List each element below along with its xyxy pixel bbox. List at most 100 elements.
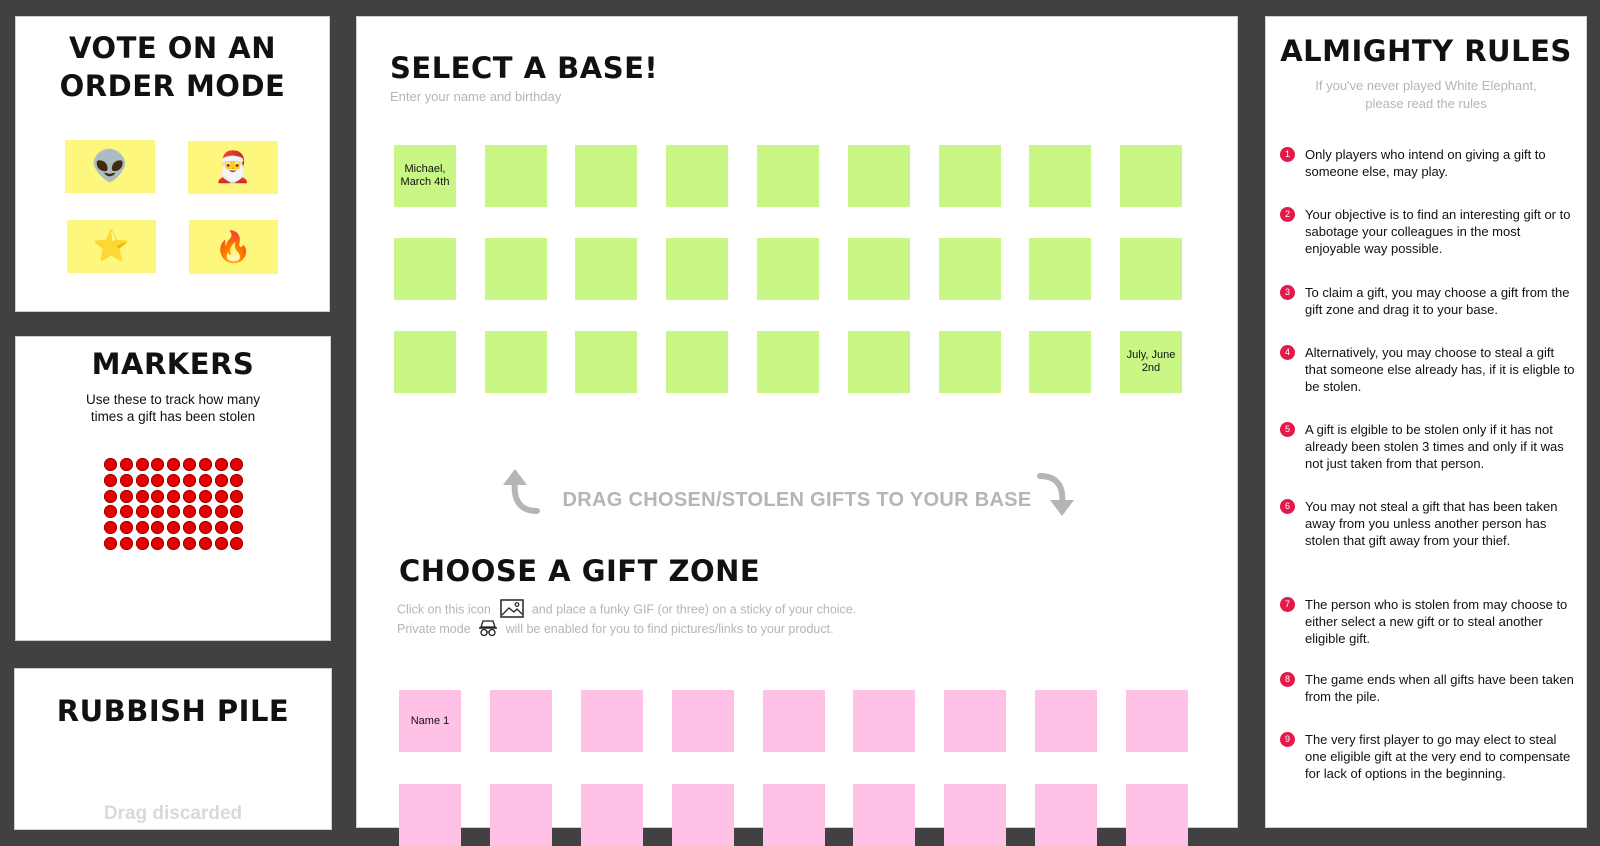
incognito-icon: [478, 619, 498, 640]
rule-text: Alternatively, you may choose to steal a…: [1305, 345, 1575, 395]
gift-sticky[interactable]: [490, 690, 552, 752]
base-sticky[interactable]: [666, 238, 728, 300]
marker-dot[interactable]: [198, 458, 212, 471]
gift-sticky[interactable]: [672, 784, 734, 846]
gift-sticky[interactable]: [399, 784, 461, 846]
gift-sticky[interactable]: Name 1: [399, 690, 461, 752]
marker-dot[interactable]: [198, 473, 212, 487]
gift-sticky[interactable]: [1035, 690, 1097, 752]
base-sticky[interactable]: [848, 238, 910, 300]
marker-dot[interactable]: [183, 458, 196, 471]
gift-sticky[interactable]: [490, 784, 552, 846]
marker-dot[interactable]: [214, 489, 228, 503]
base-sticky[interactable]: [757, 331, 819, 393]
base-sticky[interactable]: [485, 238, 547, 300]
gift-sticky[interactable]: [1126, 690, 1188, 752]
base-sticky[interactable]: [575, 331, 637, 393]
vote-option-alien[interactable]: 👽: [65, 140, 155, 193]
gift-zone-line1-a: Click on this icon: [397, 602, 491, 617]
vote-option-star[interactable]: ⭐: [67, 220, 156, 273]
gift-sticky[interactable]: [853, 784, 915, 846]
gift-sticky[interactable]: [944, 690, 1006, 752]
markers-title: MARKERS: [91, 347, 255, 381]
marker-dot[interactable]: [198, 489, 212, 503]
base-sticky[interactable]: [394, 238, 456, 300]
base-sticky[interactable]: [757, 238, 819, 300]
marker-dot[interactable]: [104, 537, 117, 550]
base-sticky[interactable]: [575, 145, 637, 207]
vote-option-fire[interactable]: 🔥: [189, 220, 278, 274]
base-sticky[interactable]: [666, 331, 728, 393]
marker-dot[interactable]: [214, 473, 228, 487]
rule-number-badge: 3: [1280, 285, 1295, 300]
markers-desc-line1: Use these to track how many: [85, 392, 261, 407]
marker-dot[interactable]: [198, 521, 212, 535]
marker-dot[interactable]: [119, 489, 133, 503]
base-sticky[interactable]: [1029, 238, 1091, 300]
base-sticky[interactable]: [575, 238, 637, 300]
gift-sticky[interactable]: [853, 690, 915, 752]
base-sticky[interactable]: [1029, 331, 1091, 393]
gift-sticky[interactable]: [581, 690, 643, 752]
base-sticky[interactable]: [848, 331, 910, 393]
marker-dot[interactable]: [104, 473, 117, 487]
marker-dot[interactable]: [104, 458, 117, 471]
base-sticky[interactable]: Michael, March 4th: [394, 145, 456, 207]
base-sticky[interactable]: [485, 331, 547, 393]
base-sticky[interactable]: [666, 145, 728, 207]
marker-dot[interactable]: [183, 473, 196, 487]
base-sticky[interactable]: [394, 331, 456, 393]
marker-dot[interactable]: [135, 489, 149, 503]
marker-dot[interactable]: [135, 537, 149, 550]
base-sticky[interactable]: [939, 331, 1001, 393]
marker-dot[interactable]: [119, 537, 133, 550]
gift-sticky[interactable]: [763, 690, 825, 752]
marker-dot[interactable]: [119, 458, 133, 471]
marker-dot[interactable]: [214, 505, 228, 519]
gift-sticky[interactable]: [944, 784, 1006, 846]
marker-dot[interactable]: [135, 473, 149, 487]
vote-option-santa[interactable]: 🎅: [188, 141, 278, 194]
gift-zone-title: CHOOSE A GIFT ZONE: [399, 554, 761, 588]
marker-dot[interactable]: [183, 489, 196, 503]
marker-dot[interactable]: [104, 489, 117, 503]
base-sticky[interactable]: [939, 238, 1001, 300]
marker-dot[interactable]: [167, 473, 181, 487]
base-sticky[interactable]: [1120, 238, 1182, 300]
image-icon[interactable]: [500, 599, 525, 621]
marker-dot[interactable]: [230, 489, 244, 503]
marker-dot[interactable]: [214, 537, 228, 550]
marker-dot[interactable]: [135, 458, 149, 471]
marker-dot[interactable]: [151, 489, 165, 503]
rubbish-title: RUBBISH PILE: [56, 694, 290, 728]
marker-dot[interactable]: [119, 521, 133, 535]
marker-dot[interactable]: [135, 505, 149, 519]
gift-zone-line2: Private mode will be enabled for you to …: [397, 619, 834, 640]
markers-panel: MARKERS Use these to track how many time…: [16, 337, 330, 640]
base-sticky[interactable]: [1029, 145, 1091, 207]
rule-text: The game ends when all gifts have been t…: [1305, 672, 1574, 705]
base-sticky[interactable]: July, June 2nd: [1120, 331, 1182, 393]
gift-sticky[interactable]: [1126, 784, 1188, 846]
gift-sticky[interactable]: [581, 784, 643, 846]
gift-sticky[interactable]: [672, 690, 734, 752]
marker-dot[interactable]: [198, 537, 212, 550]
rule-number-badge: 6: [1280, 499, 1295, 514]
rule-text: The person who is stolen from may choose…: [1305, 597, 1568, 647]
drag-banner-text: DRAG CHOSEN/STOLEN GIFTS TO YOUR BASE: [562, 489, 1032, 511]
gift-sticky[interactable]: [1035, 784, 1097, 846]
marker-dot[interactable]: [183, 537, 196, 550]
base-sticky[interactable]: [1120, 145, 1182, 207]
marker-dot[interactable]: [167, 489, 181, 503]
base-sticky[interactable]: [485, 145, 547, 207]
base-sticky[interactable]: [939, 145, 1001, 207]
marker-dot[interactable]: [214, 521, 228, 535]
marker-dot[interactable]: [135, 521, 149, 535]
rule-number-badge: 4: [1280, 345, 1295, 360]
marker-dot[interactable]: [214, 458, 228, 471]
base-sticky[interactable]: [848, 145, 910, 207]
rule-number-badge: 1: [1280, 147, 1295, 162]
base-sticky[interactable]: [757, 145, 819, 207]
marker-dot[interactable]: [119, 473, 133, 487]
gift-sticky[interactable]: [763, 784, 825, 846]
